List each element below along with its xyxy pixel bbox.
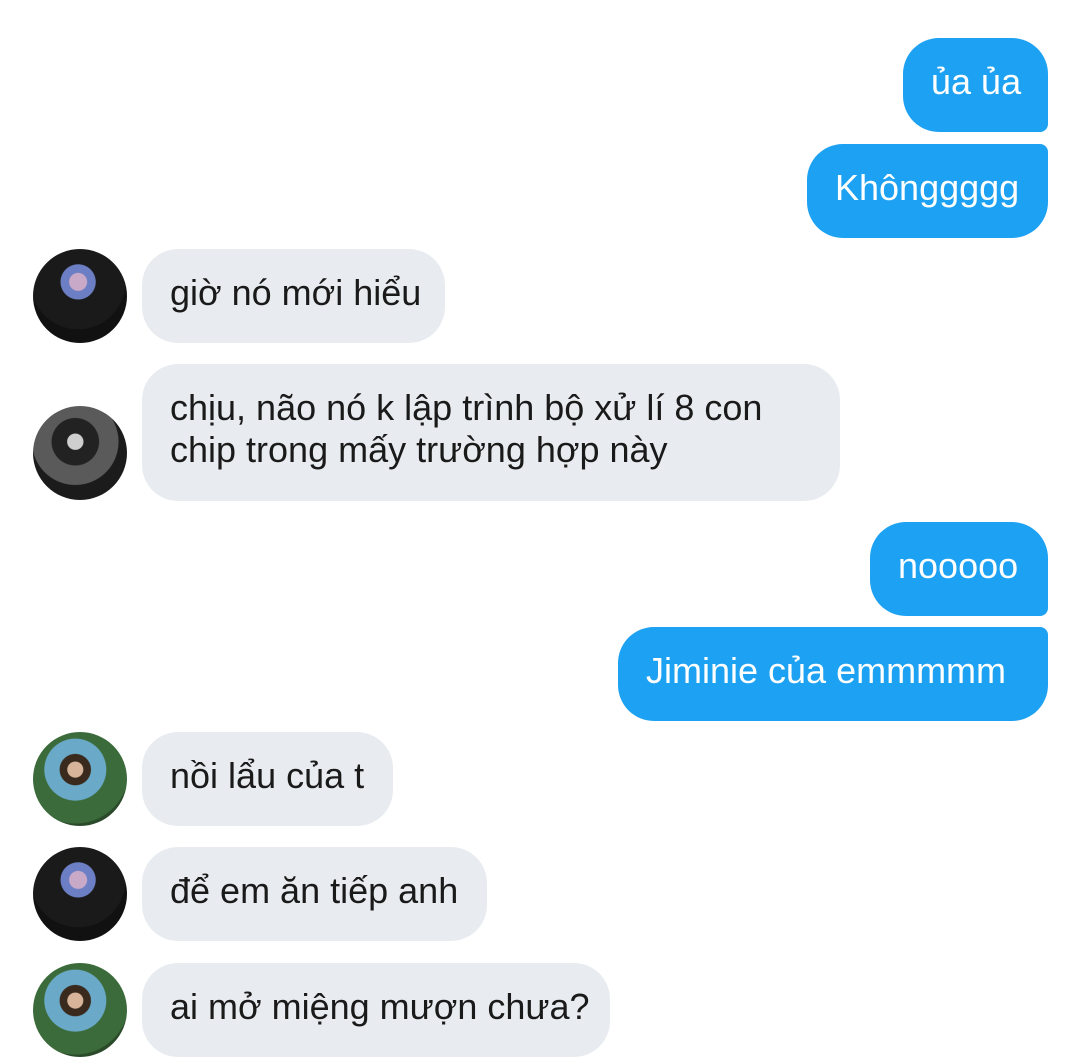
avatar[interactable] [33, 847, 127, 941]
message-bubble[interactable]: để em ăn tiếp anh [142, 847, 487, 941]
message-bubble[interactable]: nồi lẩu của t [142, 732, 393, 826]
avatar[interactable] [33, 732, 127, 826]
message-bubble[interactable]: giờ nó mới hiểu [142, 249, 445, 343]
avatar[interactable] [33, 406, 127, 500]
message-bubble[interactable]: ủa ủa [903, 38, 1048, 132]
message-bubble[interactable]: chịu, não nó k lập trình bộ xử lí 8 con … [142, 364, 840, 501]
message-bubble[interactable]: nooooo [870, 522, 1048, 616]
message-bubble[interactable]: Jiminie của emmmmm [618, 627, 1048, 721]
chat-thread: ủa ủa Khônggggg giờ nó mới hiểu chịu, nã… [0, 0, 1080, 1064]
avatar[interactable] [33, 963, 127, 1057]
message-bubble[interactable]: ai mở miệng mượn chưa? [142, 963, 610, 1057]
message-bubble[interactable]: Khônggggg [807, 144, 1048, 238]
avatar[interactable] [33, 249, 127, 343]
